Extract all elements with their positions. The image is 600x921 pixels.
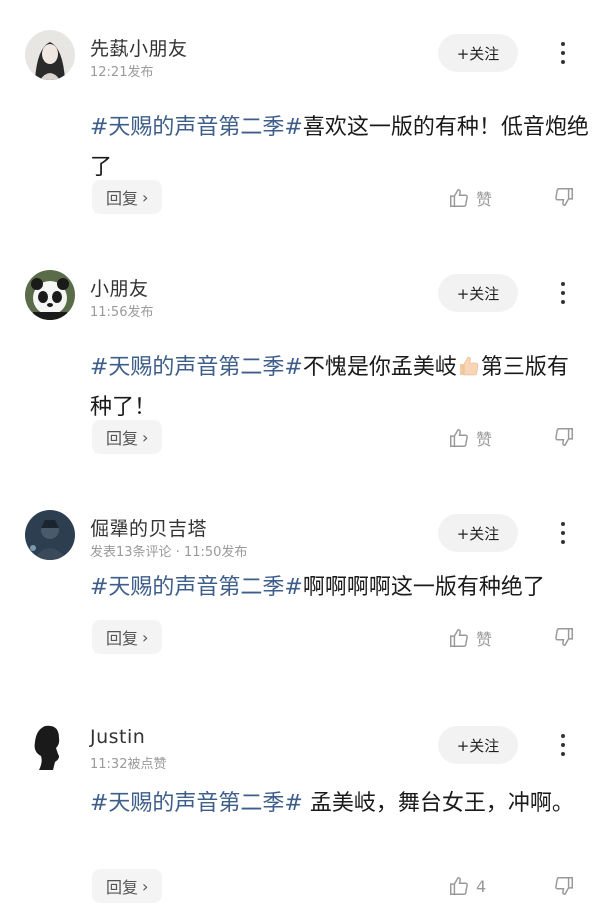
post-content: #天赐的声音第二季#喜欢这一版的有种！低音炮绝了 [90, 108, 590, 188]
follow-button[interactable]: +关注 [438, 514, 518, 552]
thumbs-up-icon [450, 629, 468, 647]
post-meta: 11:32被点赞 [90, 757, 167, 772]
post-meta: 12:21发布 [90, 65, 154, 80]
like-button[interactable]: 赞 [448, 626, 492, 650]
thumbs-up-icon [450, 877, 468, 895]
topic-tag[interactable]: #天赐的声音第二季# [90, 115, 303, 140]
avatar[interactable] [25, 722, 75, 772]
author-name[interactable]: 先蓺小朋友 [90, 34, 188, 61]
post-text: 啊啊啊啊这一版有种绝了 [302, 575, 545, 600]
reply-button[interactable]: 回复 › [92, 420, 163, 454]
reply-label: 回复 [106, 878, 139, 897]
more-options-icon[interactable] [548, 512, 578, 554]
like-button[interactable]: 4 [448, 875, 486, 897]
reply-button[interactable]: 回复 › [92, 620, 163, 654]
reply-button[interactable]: 回复 › [92, 869, 163, 903]
chevron-right-icon: › [142, 187, 149, 207]
follow-button[interactable]: +关注 [438, 274, 518, 312]
thumbs-up-icon [459, 356, 479, 376]
reply-button[interactable]: 回复 › [92, 180, 163, 214]
chevron-right-icon: › [142, 876, 149, 896]
thumbs-down-icon [555, 628, 573, 646]
topic-tag[interactable]: #天赐的声音第二季# [90, 575, 303, 600]
post-content: #天赐的声音第二季# 孟美岐，舞台女王，冲啊。 [90, 784, 590, 824]
chevron-right-icon: › [142, 627, 149, 647]
more-options-icon[interactable] [548, 724, 578, 766]
post-meta: 发表13条评论 · 11:50发布 [90, 545, 248, 560]
panda-icon [25, 270, 75, 320]
dark-figure-icon [25, 510, 75, 560]
girl-portrait-icon [25, 30, 75, 80]
thumbs-down-icon [555, 188, 573, 206]
reply-label: 回复 [106, 189, 139, 208]
topic-tag[interactable]: #天赐的声音第二季# [90, 791, 303, 816]
chevron-right-icon: › [142, 427, 149, 447]
post-content: #天赐的声音第二季#啊啊啊啊这一版有种绝了 [90, 568, 590, 608]
reply-label: 回复 [106, 429, 139, 448]
avatar[interactable] [25, 510, 75, 560]
thumbs-down-icon [555, 877, 573, 895]
dislike-button[interactable] [552, 186, 576, 208]
avatar[interactable] [25, 30, 75, 80]
like-label: 赞 [476, 630, 493, 649]
thumbs-up-icon [450, 189, 468, 207]
reply-label: 回复 [106, 629, 139, 648]
post-meta: 11:56发布 [90, 305, 154, 320]
like-button[interactable]: 赞 [448, 426, 492, 450]
post-content: #天赐的声音第二季#不愧是你孟美岐 第三版有种了！ [90, 348, 590, 428]
like-count: 4 [476, 876, 487, 896]
post-text: 孟美岐，舞台女王，冲啊。 [302, 791, 574, 816]
thumbs-down-icon [555, 428, 573, 446]
more-options-icon[interactable] [548, 272, 578, 314]
topic-tag[interactable]: #天赐的声音第二季# [90, 355, 303, 380]
like-label: 赞 [476, 430, 493, 449]
follow-button[interactable]: +关注 [438, 726, 518, 764]
follow-button[interactable]: +关注 [438, 34, 518, 72]
dislike-button[interactable] [552, 626, 576, 648]
author-name[interactable]: Justin [90, 726, 145, 748]
author-name[interactable]: 小朋友 [90, 274, 149, 301]
like-button[interactable]: 赞 [448, 186, 492, 210]
avatar[interactable] [25, 270, 75, 320]
silhouette-icon [25, 722, 75, 772]
more-options-icon[interactable] [548, 32, 578, 74]
dislike-button[interactable] [552, 875, 576, 897]
post-text: 不愧是你孟美岐 [302, 355, 457, 380]
thumbs-up-icon [450, 429, 468, 447]
dislike-button[interactable] [552, 426, 576, 448]
like-label: 赞 [476, 190, 493, 209]
author-name[interactable]: 倔犟的贝吉塔 [90, 514, 207, 541]
